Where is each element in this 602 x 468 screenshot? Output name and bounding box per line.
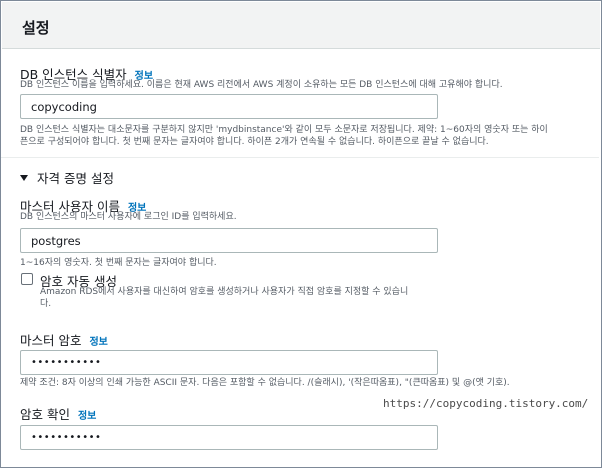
credentials-section-toggle[interactable]: 자격 증명 설정 [20,168,114,187]
master-username-constraint: 1~16자의 영숫자. 첫 번째 문자는 글자여야 합니다. [20,258,217,268]
auto-password-checkbox[interactable] [21,273,33,285]
confirm-password-label: 암호 확인 정보 [20,404,96,423]
db-identifier-description: DB 인스턴스 이름을 입력하세요. 이름은 현재 AWS 리전에서 AWS 계… [20,80,503,90]
master-password-label: 마스터 암호 정보 [20,330,108,349]
master-password-info-link[interactable]: 정보 [89,337,107,348]
confirm-password-label-text: 암호 확인 [20,407,70,422]
confirm-password-input[interactable]: ••••••••••• [20,425,438,450]
master-password-label-text: 마스터 암호 [20,333,82,348]
panel-header: 설정 [2,2,600,49]
credentials-section-title: 자격 증명 설정 [37,171,114,186]
panel-title: 설정 [22,19,50,37]
caret-down-icon [20,174,28,181]
blog-watermark: https://copycoding.tistory.com/ [383,397,589,410]
db-identifier-constraint-line1: DB 인스턴스 식별자는 대소문자를 구분하지 않지만 'mydbinstanc… [20,125,548,135]
master-username-description: DB 인스턴스의 마스터 사용자에 로그인 ID를 입력하세요. [20,212,237,222]
confirm-password-info-link[interactable]: 정보 [78,411,96,422]
db-identifier-constraint-line2: 픈으로 구성되어야 합니다. 첫 번째 문자는 글자여야 합니다. 하이픈 2개… [20,137,489,147]
master-password-input[interactable]: ••••••••••• [20,350,438,375]
section-divider [1,157,599,158]
auto-password-description-line1: Amazon RDS에서 사용자를 대신하여 암호를 생성하거나 사용자가 직접… [40,287,409,297]
auto-password-description-line2: 다. [40,299,52,309]
master-username-input[interactable] [20,228,438,253]
master-password-constraint: 제약 조건: 8자 이상의 인쇄 가능한 ASCII 문자. 다음은 포함할 수… [20,378,510,388]
db-identifier-input[interactable] [20,94,438,119]
